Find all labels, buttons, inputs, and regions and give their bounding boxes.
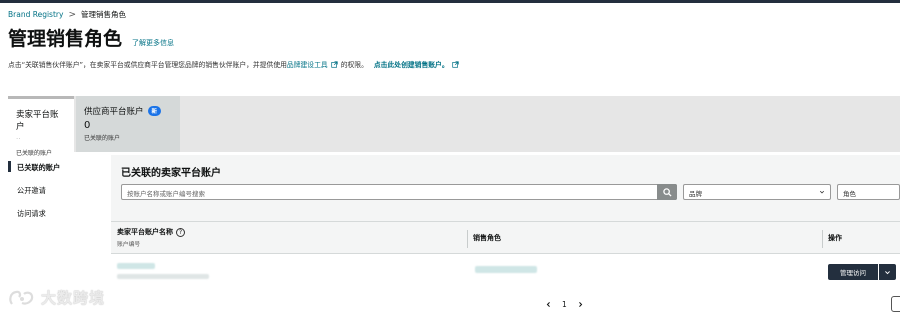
prev-page-button[interactable] bbox=[544, 301, 552, 309]
chevron-right-icon bbox=[579, 302, 583, 307]
redacted-sales-role bbox=[475, 266, 537, 273]
sidebar-item-open-invitations[interactable]: 公开邀请 bbox=[8, 183, 103, 199]
account-tabbar: 卖家平台账户 ·· 已关联的账户 供应商平台账户 新 0 已关联的账户 bbox=[8, 96, 900, 157]
external-link-icon bbox=[452, 60, 459, 68]
table-header: 卖家平台账户名称? 账户编号 销售角色 操作 bbox=[111, 221, 900, 253]
search-icon bbox=[662, 187, 672, 197]
chevron-down-icon bbox=[819, 190, 825, 194]
watermark: 大数跨境 bbox=[8, 287, 105, 308]
column-header-account-sub: 账户编号 bbox=[117, 242, 141, 248]
redacted-account-id bbox=[117, 274, 209, 279]
side-navigation: 已关联的账户 公开邀请 访问请求 bbox=[8, 160, 103, 229]
create-account-link[interactable]: 点击此处创建销售账户。 bbox=[374, 59, 449, 69]
next-page-button[interactable] bbox=[577, 301, 585, 309]
watermark-logo-icon bbox=[9, 290, 34, 305]
column-header-action: 操作 bbox=[828, 234, 842, 242]
breadcrumb-root-link[interactable]: Brand Registry bbox=[8, 10, 63, 19]
new-badge: 新 bbox=[147, 106, 162, 116]
chevron-left-icon bbox=[546, 302, 550, 307]
tab-vendor-accounts[interactable]: 供应商平台账户 新 0 已关联的账户 bbox=[76, 96, 180, 152]
help-icon[interactable]: ? bbox=[176, 227, 185, 237]
page-title: 管理销售角色 bbox=[8, 28, 123, 50]
current-page-number[interactable]: 1 bbox=[562, 300, 567, 309]
breadcrumb-current: 管理销售角色 bbox=[80, 10, 126, 19]
edge-control[interactable] bbox=[891, 296, 900, 312]
description-text-1: 点击“关联销售伙伴账户”，在卖家平台或供应商平台管理您品牌的销售伙伴账户，并提供… bbox=[8, 61, 287, 69]
page-description: 点击“关联销售伙伴账户”，在卖家平台或供应商平台管理您品牌的销售伙伴账户，并提供… bbox=[8, 59, 462, 69]
redacted-account-name bbox=[117, 263, 155, 269]
learn-more-link[interactable]: 了解更多信息 bbox=[132, 38, 174, 48]
column-divider bbox=[467, 230, 468, 248]
search-button[interactable] bbox=[657, 184, 677, 200]
tab-title-row: 供应商平台账户 新 bbox=[84, 105, 172, 117]
table-row: 管理访问 bbox=[111, 253, 900, 292]
brand-tools-link[interactable]: 品牌建设工具 bbox=[287, 59, 328, 69]
tab-sublabel: 已关联的账户 bbox=[16, 150, 53, 157]
chevron-down-icon bbox=[885, 270, 890, 274]
account-search-input[interactable]: 按账户名称或账户编号搜索 bbox=[121, 184, 677, 200]
sidebar-item-access-requests[interactable]: 访问请求 bbox=[8, 206, 103, 222]
column-divider bbox=[822, 230, 823, 248]
tab-seller-accounts[interactable]: 卖家平台账户 ·· 已关联的账户 bbox=[8, 96, 74, 157]
title-row: 管理销售角色 了解更多信息 bbox=[8, 24, 174, 51]
brand-select-value: 品牌 bbox=[689, 190, 702, 198]
linked-accounts-panel: 已关联的卖家平台账户 按账户名称或账户编号搜索 品牌 角色 卖家平台账户名称? … bbox=[111, 155, 900, 292]
tab-sublabel: 已关联的账户 bbox=[84, 135, 121, 142]
breadcrumb: Brand Registry > 管理销售角色 bbox=[8, 9, 126, 20]
watermark-text: 大数跨境 bbox=[41, 289, 106, 307]
tab-count: ·· bbox=[16, 135, 21, 143]
tab-label: 供应商平台账户 bbox=[84, 107, 144, 117]
manage-access-dropdown[interactable] bbox=[879, 264, 896, 280]
role-select-value: 角色 bbox=[843, 190, 856, 198]
external-link-icon bbox=[331, 60, 338, 68]
tab-label: 卖家平台账户 bbox=[16, 110, 59, 132]
panel-title: 已关联的卖家平台账户 bbox=[121, 168, 221, 179]
manage-access-button[interactable]: 管理访问 bbox=[828, 264, 878, 280]
column-header-account: 卖家平台账户名称? 账户编号 bbox=[117, 227, 185, 248]
pagination: 1 bbox=[544, 300, 585, 309]
role-select[interactable]: 角色 bbox=[837, 184, 900, 200]
brand-select[interactable]: 品牌 bbox=[683, 184, 831, 200]
sidebar-item-linked-accounts[interactable]: 已关联的账户 bbox=[8, 160, 103, 176]
tab-count: 0 bbox=[84, 120, 91, 131]
column-header-role: 销售角色 bbox=[473, 234, 501, 242]
column-header-account-label: 卖家平台账户名称 bbox=[117, 228, 173, 236]
description-text-2: 的权限。 bbox=[340, 61, 368, 69]
breadcrumb-separator: > bbox=[68, 9, 76, 20]
top-accent-line bbox=[0, 0, 900, 3]
